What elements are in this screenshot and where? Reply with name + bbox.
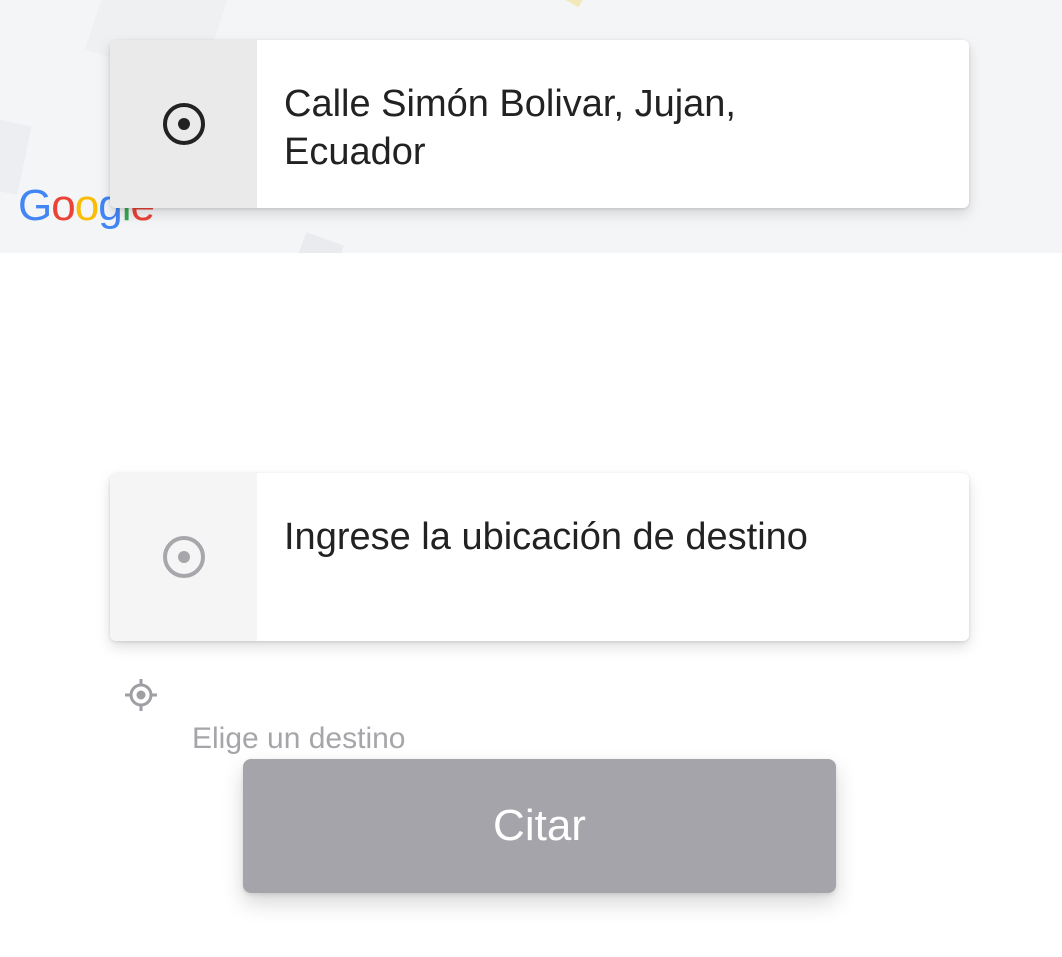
destination-address-card[interactable]: Ingrese la ubicación de destino (110, 473, 969, 641)
origin-target-icon (162, 103, 205, 145)
map-road (564, 0, 584, 8)
target-dot (177, 118, 190, 130)
target-dot (177, 551, 190, 563)
choose-destination-hint: Elige un destino (192, 722, 406, 755)
destination-target-icon (162, 536, 205, 578)
map-block (296, 232, 344, 253)
origin-icon-cell (110, 40, 257, 208)
destination-input[interactable]: Ingrese la ubicación de destino (257, 473, 969, 641)
destination-icon-cell (110, 473, 257, 641)
ride-booking-screen: Google Calle Simón Bolivar, Jujan, Ecuad… (0, 0, 1062, 957)
origin-address-card[interactable]: Calle Simón Bolivar, Jujan, Ecuador (110, 40, 969, 208)
locate-crosshair-icon[interactable] (124, 678, 158, 712)
citar-button[interactable]: Citar (243, 759, 836, 893)
origin-address-text[interactable]: Calle Simón Bolivar, Jujan, Ecuador (257, 40, 969, 208)
